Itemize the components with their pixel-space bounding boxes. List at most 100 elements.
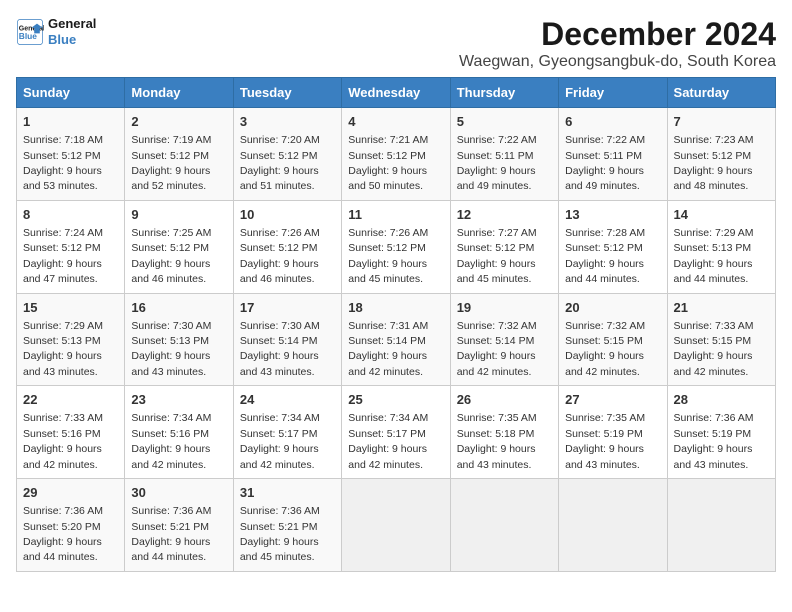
calendar-cell: 1 Sunrise: 7:18 AMSunset: 5:12 PMDayligh… — [17, 108, 125, 201]
day-number: 22 — [23, 391, 118, 409]
day-info: Sunrise: 7:26 AMSunset: 5:12 PMDaylight:… — [348, 227, 428, 285]
day-number: 19 — [457, 299, 552, 317]
day-number: 6 — [565, 113, 660, 131]
calendar-cell: 26 Sunrise: 7:35 AMSunset: 5:18 PMDaylig… — [450, 386, 558, 479]
day-number: 29 — [23, 484, 118, 502]
day-info: Sunrise: 7:36 AMSunset: 5:21 PMDaylight:… — [240, 505, 320, 563]
day-number: 16 — [131, 299, 226, 317]
day-number: 18 — [348, 299, 443, 317]
calendar-table: Sunday Monday Tuesday Wednesday Thursday… — [16, 77, 776, 572]
calendar-cell — [450, 479, 558, 572]
day-info: Sunrise: 7:25 AMSunset: 5:12 PMDaylight:… — [131, 227, 211, 285]
calendar-cell — [559, 479, 667, 572]
calendar-cell: 27 Sunrise: 7:35 AMSunset: 5:19 PMDaylig… — [559, 386, 667, 479]
calendar-cell — [667, 479, 775, 572]
month-title: December 2024 — [459, 16, 776, 53]
page-header: General Blue General Blue December 2024 … — [16, 16, 776, 71]
day-info: Sunrise: 7:19 AMSunset: 5:12 PMDaylight:… — [131, 134, 211, 192]
day-info: Sunrise: 7:22 AMSunset: 5:11 PMDaylight:… — [457, 134, 537, 192]
calendar-cell: 30 Sunrise: 7:36 AMSunset: 5:21 PMDaylig… — [125, 479, 233, 572]
day-number: 14 — [674, 206, 769, 224]
calendar-cell: 28 Sunrise: 7:36 AMSunset: 5:19 PMDaylig… — [667, 386, 775, 479]
day-info: Sunrise: 7:22 AMSunset: 5:11 PMDaylight:… — [565, 134, 645, 192]
calendar-cell: 17 Sunrise: 7:30 AMSunset: 5:14 PMDaylig… — [233, 293, 341, 386]
day-number: 3 — [240, 113, 335, 131]
day-info: Sunrise: 7:36 AMSunset: 5:20 PMDaylight:… — [23, 505, 103, 563]
day-info: Sunrise: 7:36 AMSunset: 5:19 PMDaylight:… — [674, 412, 754, 470]
day-number: 7 — [674, 113, 769, 131]
header-tuesday: Tuesday — [233, 78, 341, 108]
calendar-cell: 4 Sunrise: 7:21 AMSunset: 5:12 PMDayligh… — [342, 108, 450, 201]
calendar-cell: 3 Sunrise: 7:20 AMSunset: 5:12 PMDayligh… — [233, 108, 341, 201]
logo-text-general: General — [48, 16, 96, 32]
day-info: Sunrise: 7:33 AMSunset: 5:15 PMDaylight:… — [674, 320, 754, 378]
calendar-cell: 18 Sunrise: 7:31 AMSunset: 5:14 PMDaylig… — [342, 293, 450, 386]
day-number: 2 — [131, 113, 226, 131]
day-number: 24 — [240, 391, 335, 409]
calendar-cell: 21 Sunrise: 7:33 AMSunset: 5:15 PMDaylig… — [667, 293, 775, 386]
calendar-week-row: 22 Sunrise: 7:33 AMSunset: 5:16 PMDaylig… — [17, 386, 776, 479]
day-info: Sunrise: 7:24 AMSunset: 5:12 PMDaylight:… — [23, 227, 103, 285]
calendar-cell: 9 Sunrise: 7:25 AMSunset: 5:12 PMDayligh… — [125, 200, 233, 293]
day-number: 26 — [457, 391, 552, 409]
calendar-cell: 31 Sunrise: 7:36 AMSunset: 5:21 PMDaylig… — [233, 479, 341, 572]
day-info: Sunrise: 7:23 AMSunset: 5:12 PMDaylight:… — [674, 134, 754, 192]
day-info: Sunrise: 7:27 AMSunset: 5:12 PMDaylight:… — [457, 227, 537, 285]
day-info: Sunrise: 7:36 AMSunset: 5:21 PMDaylight:… — [131, 505, 211, 563]
day-info: Sunrise: 7:18 AMSunset: 5:12 PMDaylight:… — [23, 134, 103, 192]
day-info: Sunrise: 7:28 AMSunset: 5:12 PMDaylight:… — [565, 227, 645, 285]
day-info: Sunrise: 7:26 AMSunset: 5:12 PMDaylight:… — [240, 227, 320, 285]
header-saturday: Saturday — [667, 78, 775, 108]
day-info: Sunrise: 7:33 AMSunset: 5:16 PMDaylight:… — [23, 412, 103, 470]
calendar-cell: 25 Sunrise: 7:34 AMSunset: 5:17 PMDaylig… — [342, 386, 450, 479]
calendar-cell — [342, 479, 450, 572]
calendar-header-row: Sunday Monday Tuesday Wednesday Thursday… — [17, 78, 776, 108]
day-number: 28 — [674, 391, 769, 409]
calendar-cell: 23 Sunrise: 7:34 AMSunset: 5:16 PMDaylig… — [125, 386, 233, 479]
day-info: Sunrise: 7:35 AMSunset: 5:19 PMDaylight:… — [565, 412, 645, 470]
day-info: Sunrise: 7:30 AMSunset: 5:14 PMDaylight:… — [240, 320, 320, 378]
header-sunday: Sunday — [17, 78, 125, 108]
day-number: 5 — [457, 113, 552, 131]
title-area: December 2024 Waegwan, Gyeongsangbuk-do,… — [459, 16, 776, 71]
day-info: Sunrise: 7:34 AMSunset: 5:17 PMDaylight:… — [348, 412, 428, 470]
day-info: Sunrise: 7:29 AMSunset: 5:13 PMDaylight:… — [674, 227, 754, 285]
calendar-week-row: 29 Sunrise: 7:36 AMSunset: 5:20 PMDaylig… — [17, 479, 776, 572]
calendar-week-row: 15 Sunrise: 7:29 AMSunset: 5:13 PMDaylig… — [17, 293, 776, 386]
calendar-cell: 16 Sunrise: 7:30 AMSunset: 5:13 PMDaylig… — [125, 293, 233, 386]
day-info: Sunrise: 7:35 AMSunset: 5:18 PMDaylight:… — [457, 412, 537, 470]
logo-icon: General Blue — [16, 18, 44, 46]
day-info: Sunrise: 7:31 AMSunset: 5:14 PMDaylight:… — [348, 320, 428, 378]
calendar-cell: 2 Sunrise: 7:19 AMSunset: 5:12 PMDayligh… — [125, 108, 233, 201]
calendar-week-row: 1 Sunrise: 7:18 AMSunset: 5:12 PMDayligh… — [17, 108, 776, 201]
day-number: 30 — [131, 484, 226, 502]
day-number: 25 — [348, 391, 443, 409]
day-number: 1 — [23, 113, 118, 131]
day-info: Sunrise: 7:30 AMSunset: 5:13 PMDaylight:… — [131, 320, 211, 378]
calendar-cell: 20 Sunrise: 7:32 AMSunset: 5:15 PMDaylig… — [559, 293, 667, 386]
location-title: Waegwan, Gyeongsangbuk-do, South Korea — [459, 53, 776, 71]
calendar-cell: 19 Sunrise: 7:32 AMSunset: 5:14 PMDaylig… — [450, 293, 558, 386]
day-info: Sunrise: 7:34 AMSunset: 5:16 PMDaylight:… — [131, 412, 211, 470]
calendar-cell: 11 Sunrise: 7:26 AMSunset: 5:12 PMDaylig… — [342, 200, 450, 293]
calendar-cell: 13 Sunrise: 7:28 AMSunset: 5:12 PMDaylig… — [559, 200, 667, 293]
day-number: 23 — [131, 391, 226, 409]
header-wednesday: Wednesday — [342, 78, 450, 108]
calendar-cell: 15 Sunrise: 7:29 AMSunset: 5:13 PMDaylig… — [17, 293, 125, 386]
calendar-cell: 5 Sunrise: 7:22 AMSunset: 5:11 PMDayligh… — [450, 108, 558, 201]
day-number: 17 — [240, 299, 335, 317]
day-info: Sunrise: 7:34 AMSunset: 5:17 PMDaylight:… — [240, 412, 320, 470]
day-info: Sunrise: 7:29 AMSunset: 5:13 PMDaylight:… — [23, 320, 103, 378]
day-info: Sunrise: 7:32 AMSunset: 5:15 PMDaylight:… — [565, 320, 645, 378]
day-number: 31 — [240, 484, 335, 502]
day-number: 8 — [23, 206, 118, 224]
calendar-cell: 24 Sunrise: 7:34 AMSunset: 5:17 PMDaylig… — [233, 386, 341, 479]
day-number: 11 — [348, 206, 443, 224]
day-info: Sunrise: 7:32 AMSunset: 5:14 PMDaylight:… — [457, 320, 537, 378]
calendar-cell: 14 Sunrise: 7:29 AMSunset: 5:13 PMDaylig… — [667, 200, 775, 293]
calendar-week-row: 8 Sunrise: 7:24 AMSunset: 5:12 PMDayligh… — [17, 200, 776, 293]
header-monday: Monday — [125, 78, 233, 108]
calendar-cell: 6 Sunrise: 7:22 AMSunset: 5:11 PMDayligh… — [559, 108, 667, 201]
calendar-cell: 10 Sunrise: 7:26 AMSunset: 5:12 PMDaylig… — [233, 200, 341, 293]
calendar-cell: 8 Sunrise: 7:24 AMSunset: 5:12 PMDayligh… — [17, 200, 125, 293]
